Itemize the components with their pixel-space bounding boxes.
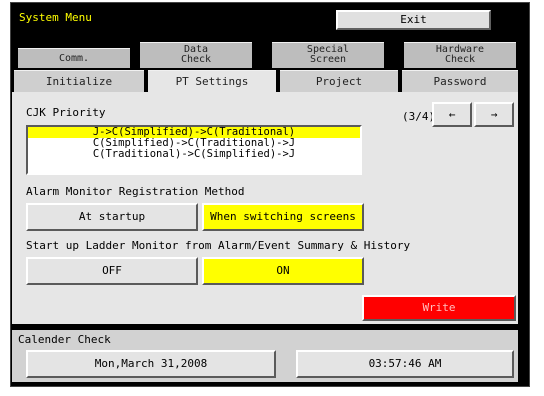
tab-project[interactable]: Project <box>280 70 398 92</box>
tab-pt-settings[interactable]: PT Settings <box>148 70 276 94</box>
tab-initialize-label: Initialize <box>45 75 113 88</box>
cjk-option-3[interactable]: C(Traditional)->C(Simplified)->J <box>28 149 360 160</box>
next-page-button[interactable]: → <box>474 102 514 127</box>
tab-password-label: Password <box>433 75 487 88</box>
cjk-priority-label: CJK Priority <box>26 106 106 119</box>
window-title: System Menu <box>19 11 92 24</box>
title-bar: System Menu Exit <box>11 3 529 30</box>
tab-initialize[interactable]: Initialize <box>14 70 144 92</box>
cjk-priority-list[interactable]: J->C(Simplified)->C(Traditional) C(Simpl… <box>26 125 362 175</box>
tab-project-label: Project <box>315 75 363 88</box>
tab-hardware-check[interactable]: Hardware Check <box>404 42 516 68</box>
tab-pt-settings-label: PT Settings <box>175 75 249 88</box>
tab-password[interactable]: Password <box>402 70 518 92</box>
alarm-method-label: Alarm Monitor Registration Method <box>26 185 245 198</box>
tab-special-screen[interactable]: Special Screen <box>272 42 384 68</box>
page-indicator: (3/4) <box>402 110 436 123</box>
ladder-on-button[interactable]: ON <box>202 257 364 285</box>
ladder-off-button[interactable]: OFF <box>26 257 198 285</box>
tab-comm-label: Comm. <box>58 53 90 64</box>
tab-hardware-check-line2: Check <box>444 54 476 65</box>
tab-comm[interactable]: Comm. <box>18 48 130 68</box>
tab-data-check[interactable]: Data Check <box>140 42 252 68</box>
write-button[interactable]: Write <box>362 295 516 321</box>
tab-special-screen-line2: Screen <box>309 54 347 65</box>
at-startup-button[interactable]: At startup <box>26 203 198 231</box>
prev-page-button[interactable]: ← <box>432 102 472 127</box>
time-display[interactable]: 03:57:46 AM <box>296 350 514 378</box>
calendar-check-label: Calender Check <box>18 333 111 346</box>
exit-button[interactable]: Exit <box>336 10 491 30</box>
ladder-monitor-label: Start up Ladder Monitor from Alarm/Event… <box>26 239 411 252</box>
tab-data-check-line2: Check <box>180 54 212 65</box>
when-switching-screens-button[interactable]: When switching screens <box>202 203 364 231</box>
date-display[interactable]: Mon,March 31,2008 <box>26 350 276 378</box>
